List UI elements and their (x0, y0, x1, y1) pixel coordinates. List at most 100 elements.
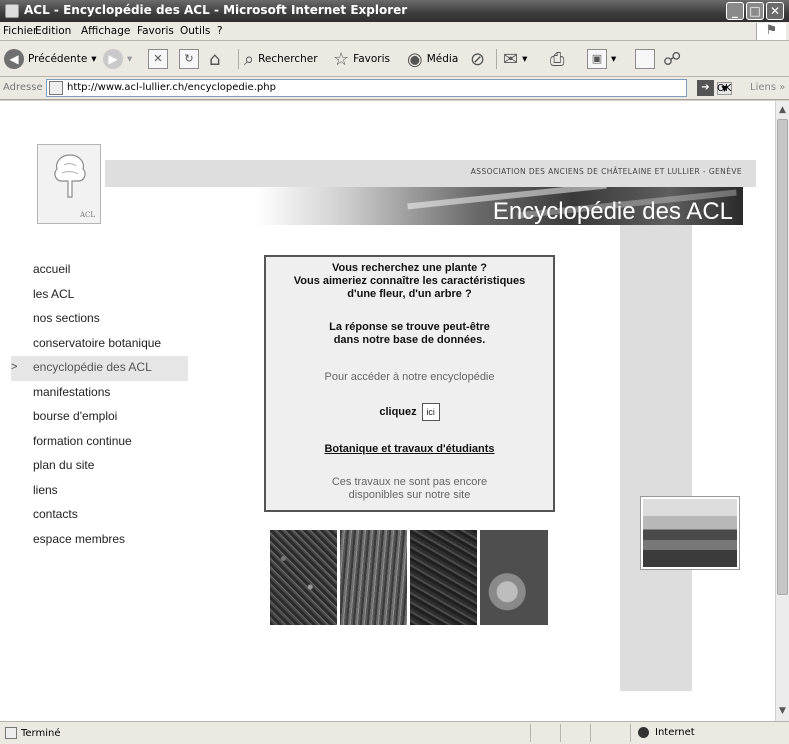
home-button[interactable]: ⌂ (209, 48, 220, 70)
globe-icon (638, 727, 649, 738)
click-row: cliquez ici (266, 403, 553, 421)
nav-item-bourse-emploi[interactable]: bourse d'emploi (22, 405, 188, 430)
vertical-scrollbar[interactable]: ▲ ▼ (775, 101, 789, 721)
status-divider (560, 724, 561, 742)
nav-item-plan-du-site[interactable]: plan du site (22, 454, 188, 479)
right-column (620, 225, 692, 691)
stop-icon: ✕ (148, 49, 168, 69)
menu-fichier[interactable]: Fichier (3, 25, 37, 37)
maximize-button[interactable]: □ (746, 2, 764, 20)
status-bar: Terminé Internet (0, 721, 789, 744)
stop-button[interactable]: ✕ (148, 48, 168, 70)
nav-item-liens[interactable]: liens (22, 479, 188, 504)
nav-item-encyclopedie[interactable]: > encyclopédie des ACL (11, 356, 188, 381)
edit-button[interactable]: ▣ ▾ (587, 48, 616, 70)
banner-title: Encyclopédie des ACL (492, 198, 733, 225)
nav-item-formation[interactable]: formation continue (22, 430, 188, 455)
park-photo (640, 496, 740, 570)
status-text: Terminé (21, 727, 61, 739)
question-text: Vous recherchez une plante ? Vous aimeri… (293, 262, 526, 300)
nav-item-contacts[interactable]: contacts (22, 503, 188, 528)
chevron-down-icon: ▾ (91, 53, 97, 65)
encyclopedia-info-box: Vous recherchez une plante ? Vous aimeri… (264, 255, 555, 512)
home-icon: ⌂ (209, 48, 221, 70)
zone-text: Internet (655, 727, 695, 738)
window-title: ACL - Encyclopédie des ACL - Microsoft I… (24, 3, 408, 17)
go-button[interactable]: ➔ OK (697, 80, 731, 96)
toolbar-separator (496, 49, 497, 69)
close-button[interactable]: ✕ (766, 2, 784, 20)
nav-item-les-acl[interactable]: les ACL (22, 283, 188, 308)
media-button[interactable]: ◉ Média (407, 48, 458, 70)
address-label: Adresse (3, 82, 43, 93)
shrub-photo (410, 530, 477, 625)
title-bar: ACL - Encyclopédie des ACL - Microsoft I… (0, 0, 789, 22)
status-divider (530, 724, 531, 742)
history-button[interactable]: ⊘ (470, 48, 485, 70)
click-label: cliquez (379, 406, 417, 418)
messenger-icon: ☍ (663, 48, 682, 70)
page-icon (49, 81, 63, 95)
chevron-down-icon: ▾ (611, 53, 617, 65)
scroll-thumb[interactable] (777, 119, 788, 595)
messenger-button[interactable]: ☍ (663, 48, 681, 70)
links-label[interactable]: Liens » (750, 82, 785, 93)
menu-outils[interactable]: Outils (180, 25, 210, 37)
discuss-icon (635, 49, 655, 69)
menu-help[interactable]: ? (217, 25, 223, 37)
access-text: Pour accéder à notre encyclopédie (324, 371, 495, 383)
forward-button[interactable]: ▶ ▾ (103, 48, 132, 70)
grass-photo (340, 530, 407, 625)
address-bar: Adresse http://www.acl-lullier.ch/encycl… (0, 77, 789, 100)
mail-icon: ✉ (503, 48, 519, 70)
botanique-link[interactable]: Botanique et travaux d'étudiants (266, 443, 553, 455)
chevron-down-icon: ▾ (127, 53, 133, 65)
security-zone: Internet (638, 727, 695, 738)
media-icon: ◉ (407, 48, 423, 70)
menu-favoris[interactable]: Favoris (137, 25, 174, 37)
refresh-button[interactable]: ↻ (179, 48, 199, 70)
favorites-button[interactable]: ☆ Favoris (333, 48, 390, 70)
menu-affichage[interactable]: Affichage (81, 25, 130, 37)
menu-edition[interactable]: Edition (35, 25, 71, 37)
back-arrow-icon: ◀ (4, 49, 24, 69)
ici-button[interactable]: ici (421, 403, 440, 421)
logo-text: ACL (80, 211, 96, 219)
discuss-button[interactable] (635, 48, 655, 70)
nav-item-conservatoire[interactable]: conservatoire botanique (22, 332, 188, 357)
address-url: http://www.acl-lullier.ch/encyclopedie.p… (67, 82, 276, 93)
favorites-label: Favoris (353, 53, 390, 65)
refresh-icon: ↻ (179, 49, 199, 69)
mail-button[interactable]: ✉ ▾ (503, 48, 527, 70)
go-arrow-icon: ➔ (697, 80, 714, 96)
edit-icon: ▣ (587, 49, 607, 69)
availability-note: Ces travaux ne sont pas encore disponibl… (331, 476, 488, 501)
nav-item-manifestations[interactable]: manifestations (22, 381, 188, 406)
status-left: Terminé (5, 727, 61, 739)
nav-item-espace-membres[interactable]: espace membres (22, 528, 188, 553)
nav-item-nos-sections[interactable]: nos sections (22, 307, 188, 332)
active-marker: > (11, 361, 18, 373)
print-button[interactable]: ⎙ (550, 48, 564, 70)
windows-flag-icon: ⚑ (756, 23, 786, 40)
page-done-icon (5, 727, 17, 739)
search-button[interactable]: ⌕ Rechercher (244, 48, 318, 70)
minimize-button[interactable]: _ (726, 2, 744, 20)
nav-item-accueil[interactable]: accueil (22, 258, 188, 283)
scroll-up-icon[interactable]: ▲ (776, 103, 789, 118)
menu-bar: Fichier Edition Affichage Favoris Outils… (0, 22, 789, 41)
status-divider (630, 724, 631, 742)
answer-text: La réponse se trouve peut-être dans notr… (329, 321, 490, 346)
toolbar-separator (238, 49, 239, 69)
search-label: Rechercher (258, 53, 318, 65)
back-button[interactable]: ◀ Précédente ▾ (4, 48, 97, 70)
go-label: OK (717, 82, 732, 94)
print-icon: ⎙ (550, 48, 565, 70)
history-icon: ⊘ (470, 48, 486, 70)
scroll-down-icon[interactable]: ▼ (776, 704, 789, 719)
forward-arrow-icon: ▶ (103, 49, 123, 69)
address-input[interactable]: http://www.acl-lullier.ch/encyclopedie.p… (46, 79, 732, 97)
plant-closeup-photo (480, 530, 548, 625)
toolbar: ◀ Précédente ▾ ▶ ▾ ✕ ↻ ⌂ ⌕ Rechercher ☆ … (0, 41, 789, 77)
acl-logo[interactable]: ACL (37, 144, 101, 224)
